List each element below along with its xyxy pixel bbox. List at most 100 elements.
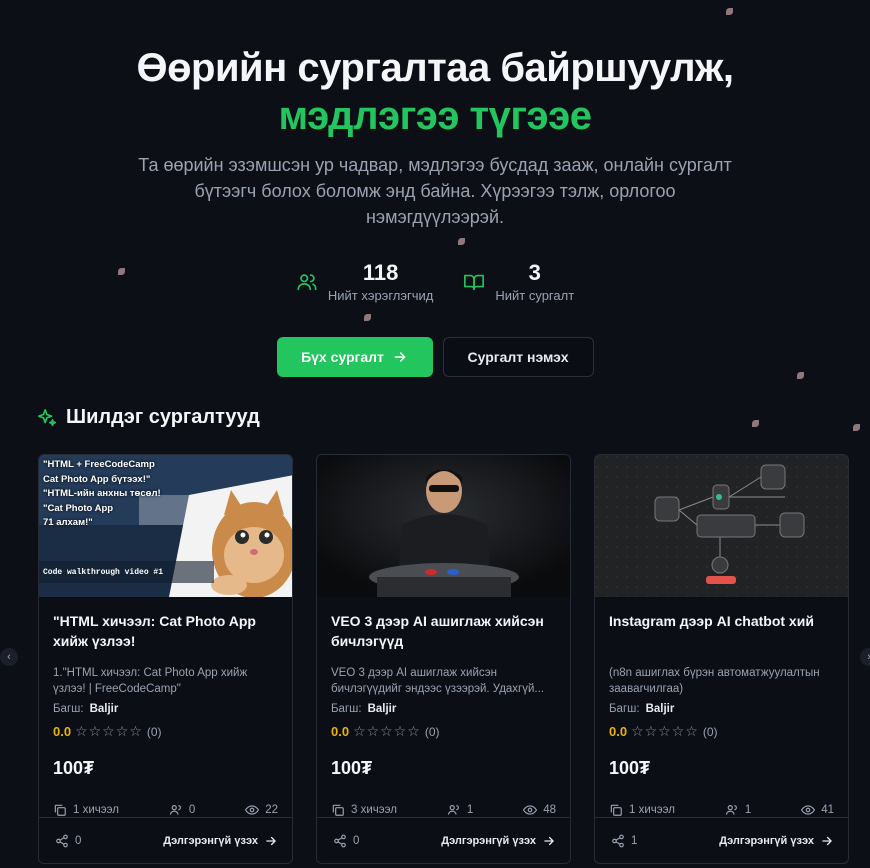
course-card[interactable]: "HTML + FreeCodeCamp Cat Photo App бүтээ…: [38, 454, 293, 864]
star-rating-icon: ☆☆☆☆☆: [75, 723, 143, 739]
course-thumbnail[interactable]: "HTML + FreeCodeCamp Cat Photo App бүтээ…: [39, 455, 292, 597]
course-description: 1."HTML хичээл: Cat Photo App хийж үзлээ…: [53, 667, 248, 695]
course-rating: 0.0 ☆☆☆☆☆ (0): [609, 723, 834, 740]
teacher-name: Baljir: [645, 703, 675, 715]
shares-text: 0: [75, 834, 82, 847]
views-count: 22: [245, 803, 278, 817]
users-icon: [297, 273, 317, 290]
course-meta: 3 хичээл 1 48: [331, 803, 556, 817]
lessons-text: 1 хичээл: [73, 804, 119, 816]
copy-icon: [610, 804, 622, 816]
course-title[interactable]: Instagram дээр AI chatbot хий: [609, 611, 834, 655]
share-button[interactable]: 1: [611, 834, 637, 848]
copy-icon: [54, 804, 66, 816]
course-card-body: VEO 3 дээр AI ашиглаж хийсэн бичлэгүүд V…: [317, 597, 570, 817]
thumb-line-4: "Cat Photo App: [43, 502, 114, 514]
students-count: 0: [169, 803, 195, 817]
eye-icon: [523, 805, 538, 815]
stat-courses-label: Нийт сургалт: [495, 288, 575, 303]
views-text: 41: [821, 804, 834, 816]
share-button[interactable]: 0: [55, 834, 81, 848]
stat-users: 118 Нийт хэрэглэгчид: [296, 260, 434, 303]
share-icon: [56, 834, 68, 847]
students-text: 1: [744, 804, 752, 816]
arrow-right-icon: [394, 352, 406, 362]
book-icon: [464, 274, 485, 290]
teacher-label: Багш:: [53, 703, 84, 715]
featured-section-title: Шилдэг сургалтууд: [36, 406, 260, 429]
views-text: 48: [543, 804, 556, 816]
course-price: 100₮: [331, 758, 373, 778]
teacher-name: Baljir: [89, 703, 119, 715]
students-count: 1: [725, 803, 751, 817]
users-icon: [447, 805, 459, 815]
course-thumbnail[interactable]: [317, 455, 570, 597]
course-title[interactable]: "HTML хичээл: Cat Photo App хийж үзлээ!: [53, 611, 278, 655]
star-rating-icon: ☆☆☆☆☆: [631, 723, 699, 739]
petal-decoration: [726, 8, 733, 15]
share-button[interactable]: 0: [333, 834, 359, 848]
thumb-line-2: Cat Photo App бүтээх!": [43, 473, 151, 485]
views-text: 22: [265, 804, 278, 816]
details-label: Дэлгэрэнгүй үзэх: [163, 834, 258, 847]
add-course-button[interactable]: Сургалт нэмэх: [442, 337, 594, 377]
stat-users-value: 118: [362, 260, 399, 285]
lessons-count: 1 хичээл: [609, 803, 675, 817]
hero-subtitle: Та өөрийн эзэмшсэн ур чадвар, мэдлэгээ б…: [138, 155, 732, 227]
shares-text: 1: [631, 834, 638, 847]
all-courses-button[interactable]: Бүх сургалт: [276, 337, 433, 377]
course-card[interactable]: Instagram дээр AI chatbot хий (n8n ашигл…: [594, 454, 849, 864]
featured-title-text: Шилдэг сургалтууд: [66, 406, 260, 428]
users-icon: [725, 805, 737, 815]
course-card[interactable]: VEO 3 дээр AI ашиглаж хийсэн бичлэгүүд V…: [316, 454, 571, 864]
details-link[interactable]: Дэлгэрэнгүй үзэх: [441, 834, 556, 848]
course-rating: 0.0 ☆☆☆☆☆ (0): [53, 723, 278, 740]
lessons-text: 1 хичээл: [629, 804, 675, 816]
hero-title-line1: Өөрийн сургалтаа байршуулж,: [136, 46, 734, 90]
course-teacher: Багш: Baljir: [53, 703, 278, 715]
course-thumbnail[interactable]: [595, 455, 848, 597]
course-rating: 0.0 ☆☆☆☆☆ (0): [331, 723, 556, 740]
students-text: 0: [188, 804, 196, 816]
share-icon: [612, 834, 624, 847]
stat-users-label: Нийт хэрэглэгчид: [327, 288, 434, 303]
rating-score: 0.0: [609, 724, 628, 739]
rating-count: (0): [702, 724, 718, 739]
course-teacher: Багш: Baljir: [331, 703, 556, 715]
petal-decoration: [118, 268, 125, 275]
rating-count: (0): [146, 724, 162, 739]
sparkles-icon: [37, 408, 57, 426]
details-link[interactable]: Дэлгэрэнгүй үзэх: [163, 834, 278, 848]
rating-score: 0.0: [53, 724, 72, 739]
hero-title: Өөрийн сургалтаа байршуулж, мэдлэгээ түг…: [0, 44, 870, 140]
details-label: Дэлгэрэнгүй үзэх: [441, 834, 536, 847]
thumb-line-1: "HTML + FreeCodeCamp: [43, 459, 155, 470]
arrow-right-icon: [822, 836, 832, 845]
course-title[interactable]: VEO 3 дээр AI ашиглаж хийсэн бичлэгүүд: [331, 611, 556, 655]
lessons-count: 1 хичээл: [53, 803, 119, 817]
copy-icon: [332, 804, 344, 816]
course-description: (n8n ашиглах бүрэн автоматжуулалтын заав…: [609, 667, 820, 695]
scroll-right-button[interactable]: ›: [860, 648, 870, 666]
students-count: 1: [447, 803, 473, 817]
lessons-text: 3 хичээл: [351, 804, 397, 816]
rating-count: (0): [424, 724, 440, 739]
eye-icon: [245, 805, 260, 815]
eye-icon: [801, 805, 816, 815]
details-link[interactable]: Дэлгэрэнгүй үзэх: [719, 834, 834, 848]
views-count: 41: [801, 803, 834, 817]
hero-actions: Бүх сургалт Сургалт нэмэх: [0, 337, 870, 377]
students-text: 1: [466, 804, 474, 816]
hero-title-accent: мэдлэгээ түгээе: [278, 94, 592, 138]
scroll-left-button[interactable]: ‹: [0, 648, 18, 666]
course-card-body: "HTML хичээл: Cat Photo App хийж үзлээ! …: [39, 597, 292, 817]
course-description: VEO 3 дээр AI ашиглаж хийсэн бичлэгүүдий…: [331, 667, 545, 695]
course-price: 100₮: [609, 758, 651, 778]
course-card-footer: 0 Дэлгэрэнгүй үзэх: [317, 817, 570, 863]
course-teacher: Багш: Baljir: [609, 703, 834, 715]
course-price: 100₮: [53, 758, 95, 778]
petal-decoration: [853, 424, 860, 431]
all-courses-label: Бүх сургалт: [301, 349, 384, 365]
stats-row: 118 Нийт хэрэглэгчид 3 Нийт сургалт: [0, 260, 870, 303]
thumbnail-caption: Code walkthrough video #1: [43, 568, 164, 577]
